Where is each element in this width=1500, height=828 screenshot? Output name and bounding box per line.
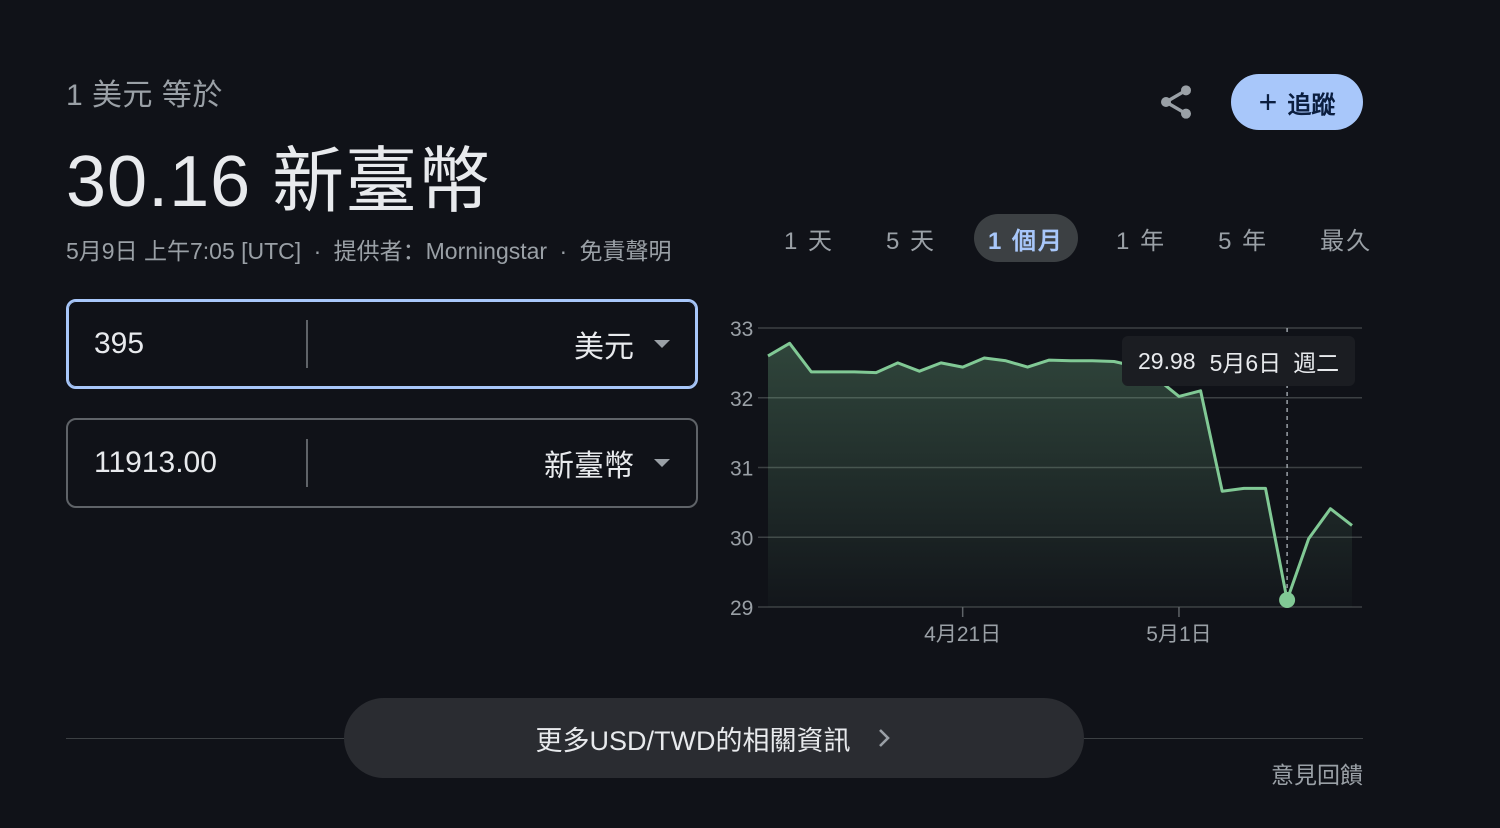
to-currency-label: 新臺幣 (544, 450, 634, 483)
y-tick-label: 30 (730, 527, 753, 550)
y-tick-label: 31 (730, 458, 753, 481)
tab-5-days[interactable]: 5 天 (872, 214, 950, 262)
tab-max[interactable]: 最久 (1306, 214, 1386, 262)
from-amount-input[interactable] (68, 326, 306, 362)
plus-icon: + (1258, 84, 1278, 120)
y-tick-label: 32 (730, 388, 753, 411)
from-currency-row: 美元 (66, 299, 698, 389)
y-tick-label: 33 (730, 318, 753, 341)
currency-converter-card: 1 美元 等於 30.16 新臺幣 5月9日 上午7:05 [UTC] · 提供… (0, 0, 1500, 828)
more-info-button[interactable]: 更多USD/TWD的相關資訊 (344, 698, 1084, 778)
time-range-tabs: 1 天 5 天 1 個月 1 年 5 年 最久 (770, 214, 1410, 262)
tooltip-date: 5月6日 (1209, 350, 1282, 376)
x-tick-label: 4月21日 (924, 623, 1001, 646)
tooltip-weekday: 週二 (1293, 350, 1340, 376)
feedback-link[interactable]: 意見回饋 (1271, 756, 1363, 790)
tab-5-years[interactable]: 5 年 (1204, 214, 1282, 262)
x-tick-label: 5月1日 (1146, 623, 1211, 646)
tab-1-year[interactable]: 1 年 (1102, 214, 1180, 262)
follow-label: 追蹤 (1287, 91, 1336, 119)
dropdown-arrow-icon (654, 459, 670, 467)
disclaimer-link[interactable]: 免責聲明 (580, 238, 672, 264)
update-time: 5月9日 上午7:05 [UTC] (66, 238, 302, 264)
follow-button[interactable]: + 追蹤 (1231, 74, 1363, 130)
y-tick-label: 29 (730, 597, 753, 620)
tab-1-day[interactable]: 1 天 (770, 214, 848, 262)
separator: · (313, 238, 322, 264)
from-currency-select[interactable]: 美元 (308, 322, 696, 366)
tooltip-value: 29.98 (1138, 347, 1196, 374)
chart-tooltip: 29.98 5月6日 週二 (1122, 336, 1356, 386)
to-currency-select[interactable]: 新臺幣 (308, 441, 696, 485)
hover-point (1279, 592, 1296, 609)
tab-1-month[interactable]: 1 個月 (974, 214, 1079, 262)
from-currency-label: 美元 (574, 331, 634, 364)
more-info-label: 更多USD/TWD的相關資訊 (535, 725, 851, 756)
chevron-right-icon (876, 726, 892, 750)
equals-label: 1 美元 等於 (66, 79, 223, 112)
share-icon (1161, 85, 1191, 119)
to-currency-row: 新臺幣 (66, 418, 698, 508)
meta-line: 5月9日 上午7:05 [UTC] · 提供者：Morningstar · 免責… (66, 232, 672, 266)
share-button[interactable] (1152, 78, 1200, 126)
provider-label: 提供者：Morningstar (333, 238, 548, 264)
dropdown-arrow-icon (654, 340, 670, 348)
conversion-result: 30.16 新臺幣 (66, 142, 492, 222)
to-amount-input[interactable] (68, 445, 306, 481)
separator: · (559, 238, 568, 264)
